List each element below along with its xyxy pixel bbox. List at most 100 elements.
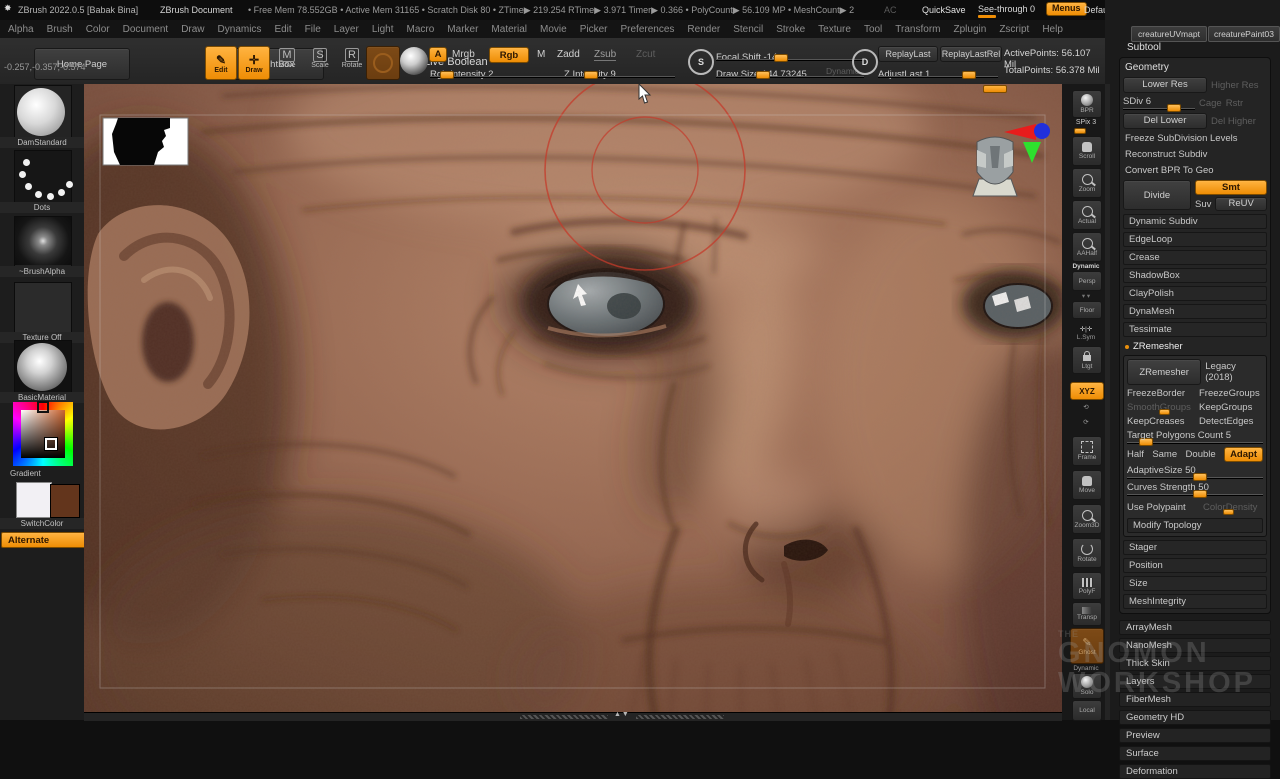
smt-toggle[interactable]: Smt (1195, 180, 1267, 195)
gyro-button[interactable] (366, 46, 400, 80)
viewport[interactable] (84, 84, 1062, 720)
section-position[interactable]: Position (1123, 558, 1267, 573)
sdiv-slider[interactable]: SDiv 6 (1123, 96, 1195, 110)
rstr-button[interactable]: Rstr (1226, 98, 1243, 109)
z-intensity-handle[interactable] (584, 71, 598, 79)
keep-groups-toggle[interactable]: KeepGroups (1199, 402, 1252, 413)
menu-render[interactable]: Render (687, 24, 720, 35)
section-meshintegrity[interactable]: MeshIntegrity (1123, 594, 1267, 609)
brush-thumbnail[interactable] (14, 85, 72, 139)
section-stager[interactable]: Stager (1123, 540, 1267, 555)
m-button[interactable]: M (537, 49, 545, 60)
menus-toggle[interactable]: Menus (1046, 2, 1087, 16)
floor-button[interactable]: Floor (1072, 301, 1102, 319)
subtool-section-header[interactable]: Subtool (1127, 42, 1271, 53)
zremesher-button[interactable]: ZRemesher (1127, 359, 1201, 385)
section-arraymesh[interactable]: ArrayMesh (1119, 620, 1271, 635)
lsym-button[interactable]: ✛|✛ (1068, 325, 1104, 333)
section-deformation[interactable]: Deformation (1119, 764, 1271, 779)
see-through-handle[interactable] (978, 15, 996, 18)
section-fibermesh[interactable]: FiberMesh (1119, 692, 1271, 707)
spix-slider[interactable]: SPix 3 (1068, 119, 1104, 131)
same-button[interactable]: Same (1152, 449, 1177, 460)
alpha-channel-button[interactable]: A (429, 47, 447, 62)
divide-button[interactable]: Divide (1123, 180, 1191, 210)
y-rotation-icon[interactable]: ⟲ (1068, 403, 1104, 411)
sculpt-render[interactable] (84, 84, 1062, 720)
draw-size-d-button[interactable]: D (852, 49, 878, 75)
ghost-button[interactable]: ✎ Ghost (1070, 628, 1104, 664)
use-polypaint-toggle[interactable]: Use Polypaint (1127, 502, 1199, 513)
menu-transform[interactable]: Transform (895, 24, 940, 35)
current-material-sphere[interactable] (400, 47, 428, 75)
freeze-subdivision-button[interactable]: Freeze SubDivision Levels (1123, 132, 1267, 145)
rgb-button[interactable]: Rgb (489, 47, 529, 63)
del-higher-button[interactable]: Del Higher (1211, 116, 1256, 127)
quicksave-button[interactable]: QuickSave (922, 5, 966, 15)
menu-dynamics[interactable]: Dynamics (218, 24, 262, 35)
section-dynamic-subdiv[interactable]: Dynamic Subdiv (1123, 214, 1267, 229)
zremesher-section-header[interactable]: ZRemesher (1125, 341, 1267, 352)
adjust-last-slider[interactable]: AdjustLast 1 (878, 64, 998, 78)
menu-light[interactable]: Light (372, 24, 394, 35)
draw-size-handle[interactable] (756, 71, 770, 79)
convert-bpr-button[interactable]: Convert BPR To Geo (1123, 164, 1267, 177)
curves-strength-slider[interactable]: Curves Strength 50 (1127, 482, 1263, 496)
menu-material[interactable]: Material (491, 24, 527, 35)
color-picker[interactable] (13, 402, 73, 466)
lower-res-button[interactable]: Lower Res (1123, 77, 1207, 93)
transp-button[interactable]: Transp (1072, 602, 1102, 626)
menu-brush[interactable]: Brush (47, 24, 73, 35)
stroke-thumbnail[interactable] (14, 150, 72, 204)
actual-button[interactable]: Actual (1072, 200, 1102, 230)
material-thumbnail[interactable] (14, 340, 72, 394)
lightbox-divider-handle[interactable] (983, 85, 1007, 93)
menu-stroke[interactable]: Stroke (776, 24, 805, 35)
menu-zscript[interactable]: Zscript (999, 24, 1029, 35)
draw-mode-button[interactable]: ✛ Draw (238, 46, 270, 80)
menu-texture[interactable]: Texture (818, 24, 851, 35)
see-through-slider[interactable]: See-through 0 (978, 4, 1035, 14)
color-saturation-square[interactable] (21, 410, 65, 458)
polyf-button[interactable]: PolyF (1072, 572, 1102, 600)
target-polygons-slider[interactable]: Target Polygons Count 5 (1127, 430, 1263, 444)
color-density-handle[interactable] (1223, 509, 1234, 515)
move-3d-button[interactable]: Move (1072, 470, 1102, 500)
texture-thumbnail[interactable] (14, 282, 72, 334)
hue-selector[interactable] (37, 401, 49, 413)
sdiv-handle[interactable] (1167, 104, 1181, 112)
zadd-button[interactable]: Zadd (557, 49, 580, 60)
menu-zplugin[interactable]: Zplugin (954, 24, 987, 35)
replay-last-button[interactable]: ReplayLast (878, 46, 938, 62)
section-claypolish[interactable]: ClayPolish (1123, 286, 1267, 301)
persp-button[interactable]: Persp (1072, 271, 1102, 291)
freeze-border-toggle[interactable]: FreezeBorder (1127, 388, 1195, 399)
menu-macro[interactable]: Macro (407, 24, 435, 35)
replay-last-rel-button[interactable]: ReplayLastRel (940, 46, 1002, 62)
detect-edges-toggle[interactable]: DetectEdges (1199, 416, 1253, 427)
section-surface[interactable]: Surface (1119, 746, 1271, 761)
menu-marker[interactable]: Marker (447, 24, 478, 35)
solo-button[interactable]: Solo (1072, 673, 1102, 699)
menu-file[interactable]: File (305, 24, 321, 35)
cage-button[interactable]: Cage (1199, 98, 1222, 109)
alternate-button[interactable]: Alternate (1, 532, 89, 548)
focal-shift-slider[interactable]: Focal Shift -14 (716, 47, 864, 61)
rotate-3d-button[interactable]: Rotate (1072, 538, 1102, 568)
menu-edit[interactable]: Edit (274, 24, 291, 35)
section-thick-skin[interactable]: Thick Skin (1119, 656, 1271, 671)
focal-shift-handle[interactable] (774, 54, 788, 62)
freeze-groups-toggle[interactable]: FreezeGroups (1199, 388, 1260, 399)
camview-head-gizmo[interactable] (973, 137, 1017, 196)
mrgb-button[interactable]: Mrgb (452, 49, 475, 60)
zoom-button[interactable]: Zoom (1072, 168, 1102, 198)
section-preview[interactable]: Preview (1119, 728, 1271, 743)
section-tessimate[interactable]: Tessimate (1123, 322, 1267, 337)
reconstruct-subdiv-button[interactable]: Reconstruct Subdiv (1123, 148, 1267, 161)
panel-scrollbar[interactable] (1105, 84, 1110, 720)
ltgt-button[interactable]: Ltgt (1072, 346, 1102, 374)
menu-picker[interactable]: Picker (580, 24, 608, 35)
aahalf-button[interactable]: AAHalf (1072, 232, 1102, 262)
geometry-section-header[interactable]: Geometry (1125, 62, 1267, 73)
move-mode-button[interactable]: M Move (272, 48, 302, 78)
